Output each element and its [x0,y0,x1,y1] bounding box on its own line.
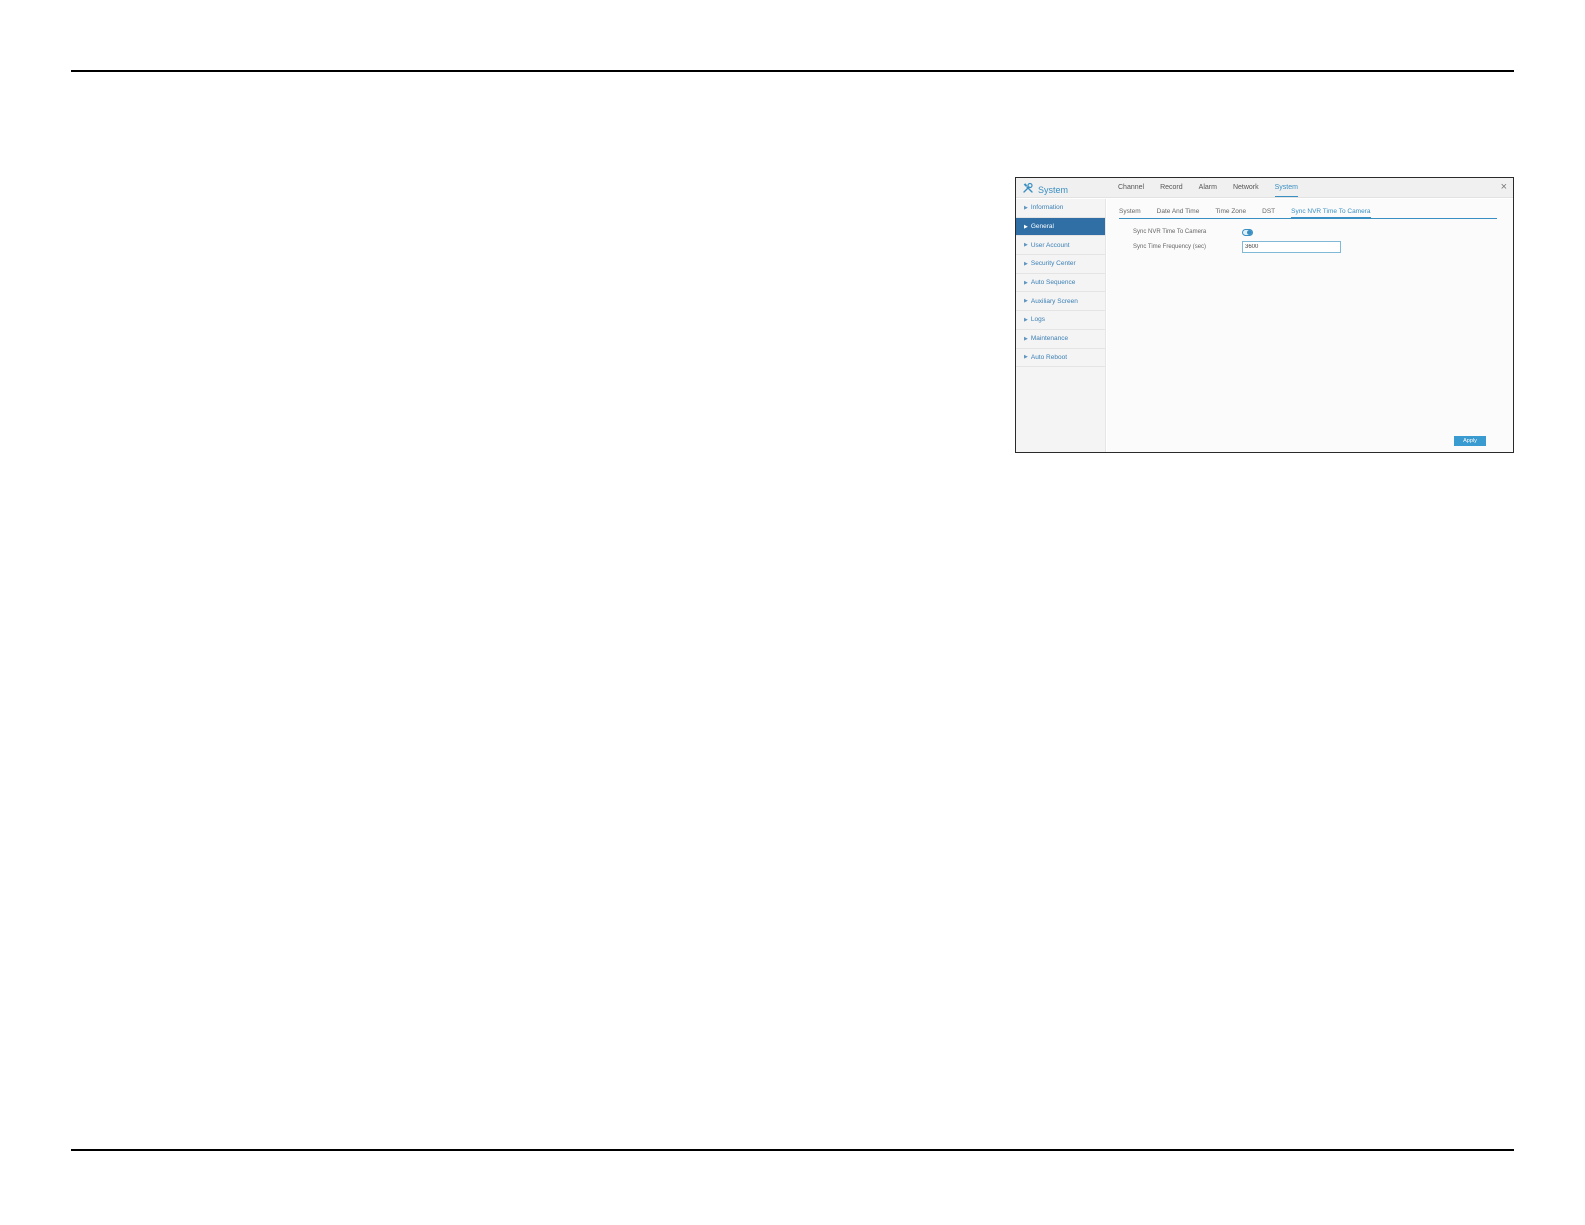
tab-system[interactable]: System [1274,178,1299,198]
arrow-right-icon: ▶ [1024,354,1028,361]
arrow-right-icon: ▶ [1024,316,1028,323]
sidebar-item-label: Maintenance [1030,335,1069,343]
close-icon[interactable]: × [1501,180,1507,194]
tab-channel[interactable]: Channel [1118,178,1144,198]
page-bottom-rule [71,1149,1514,1151]
tab-network[interactable]: Network [1233,178,1259,198]
frequency-row: Sync Time Frequency (sec) [1133,241,1341,253]
arrow-right-icon: ▶ [1024,335,1028,342]
sync-toggle-switch[interactable] [1242,228,1253,236]
sidebar-item-information[interactable]: ▶ Information [1016,199,1105,218]
sidebar-item-logs[interactable]: ▶ Logs [1016,311,1105,330]
frequency-input[interactable] [1242,241,1341,253]
window-title: System [1038,185,1069,195]
subtab-sync-nvr-time[interactable]: Sync NVR Time To Camera [1291,206,1371,219]
sidebar-item-label: Auxiliary Screen [1030,297,1078,305]
subtab-dst[interactable]: DST [1262,206,1275,218]
tab-record[interactable]: Record [1160,178,1183,198]
arrow-right-icon: ▶ [1024,298,1028,305]
sidebar-item-user-account[interactable]: ▶ User Account [1016,236,1105,256]
window-titlebar: System Channel Record Alarm Network Syst… [1016,178,1513,198]
sidebar-item-auto-sequence[interactable]: ▶ Auto Sequence [1016,274,1105,293]
subtab-date-and-time[interactable]: Date And Time [1157,206,1200,218]
sidebar-item-label: Security Center [1030,260,1076,268]
sidebar-item-label: Information [1030,204,1064,212]
sidebar-item-label: General [1030,223,1054,231]
arrow-right-icon: ▶ [1024,279,1028,286]
sidebar-item-label: Auto Sequence [1030,279,1076,287]
sync-toggle-row: Sync NVR Time To Camera [1133,226,1253,238]
sidebar-item-maintenance[interactable]: ▶ Maintenance [1016,330,1105,349]
sidebar-item-label: Logs [1030,316,1045,324]
tab-alarm[interactable]: Alarm [1199,178,1217,198]
sidebar-item-auxiliary-screen[interactable]: ▶ Auxiliary Screen [1016,292,1105,312]
system-settings-window: System Channel Record Alarm Network Syst… [1015,177,1514,453]
arrow-right-icon: ▶ [1024,242,1028,249]
subtab-system[interactable]: System [1119,206,1141,218]
app-title: System [1022,181,1068,199]
sync-toggle-label: Sync NVR Time To Camera [1133,229,1207,235]
arrow-right-icon: ▶ [1024,204,1028,211]
subtab-time-zone[interactable]: Time Zone [1215,206,1246,218]
sidebar-item-general[interactable]: ▶ General [1016,217,1105,237]
apply-button[interactable]: Apply [1454,436,1486,446]
sub-tab-bar: System Date And Time Time Zone DST Sync … [1119,206,1497,219]
tools-icon [1022,181,1034,199]
sidebar: ▶ Information ▶ General ▶ User Account ▶… [1016,199,1106,452]
arrow-right-icon: ▶ [1024,223,1028,230]
sidebar-item-label: Auto Reboot [1030,353,1067,361]
toggle-knob [1247,229,1252,235]
sidebar-item-security-center[interactable]: ▶ Security Center [1016,255,1105,274]
content-panel: System Date And Time Time Zone DST Sync … [1107,199,1513,452]
sidebar-item-label: User Account [1030,241,1070,249]
arrow-right-icon: ▶ [1024,260,1028,267]
page-top-rule [71,70,1514,72]
main-tab-bar: Channel Record Alarm Network System [1118,178,1314,198]
frequency-label: Sync Time Frequency (sec) [1133,244,1207,250]
sidebar-item-auto-reboot[interactable]: ▶ Auto Reboot [1016,349,1105,368]
